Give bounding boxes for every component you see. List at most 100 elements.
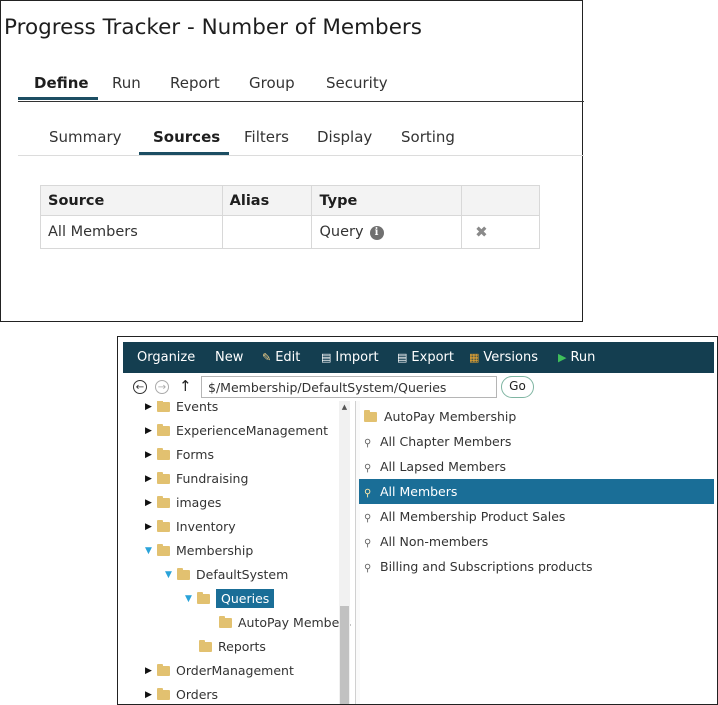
run-button[interactable]: ▶ Run (558, 342, 595, 373)
tree-item-autopay-members[interactable]: AutoPay Members (219, 613, 351, 633)
tree-item-inventory[interactable]: ▶ Inventory (145, 517, 236, 537)
browser-toolbar: Organize New ✎ Edit ▤ Import ▤ Export ▦ Vers… (123, 342, 714, 373)
table-row: All Members Query i ✖ (40, 215, 540, 249)
scroll-up-icon[interactable]: ▲ (339, 403, 350, 411)
folder-tree: ▶ Events ▶ ExperienceManagement ▶ Forms ▶ Fu… (123, 401, 355, 704)
path-input[interactable] (201, 376, 497, 398)
tab-run[interactable]: Run (112, 74, 141, 92)
expand-arrow-icon[interactable]: ▶ (145, 493, 157, 513)
expand-arrow-icon[interactable]: ▶ (145, 685, 157, 704)
list-item[interactable]: AutoPay Membership (359, 404, 714, 429)
edit-label: Edit (275, 350, 301, 365)
folder-icon (364, 410, 377, 422)
tree-item-images[interactable]: ▶ images (145, 493, 221, 513)
tree-item-queries[interactable]: ▼ Queries (185, 589, 275, 609)
folder-icon (157, 448, 170, 460)
list-item-label: All Chapter Members (380, 434, 512, 449)
folder-icon (157, 688, 170, 700)
type-value: Query (319, 224, 364, 240)
tree-item-experiencemanagement[interactable]: ▶ ExperienceManagement (145, 421, 328, 441)
tab-report[interactable]: Report (170, 74, 220, 92)
tree-item-label: Reports (218, 639, 266, 654)
column-header-actions (461, 185, 540, 216)
collapse-arrow-icon[interactable]: ▼ (185, 589, 197, 609)
tree-scrollbar[interactable]: ▲ (339, 401, 350, 704)
query-icon: ⚲ (364, 563, 372, 574)
remove-source-icon[interactable]: ✖ (475, 223, 488, 241)
source-cell: All Members (40, 215, 223, 249)
tree-item-events[interactable]: ▶ Events (145, 401, 218, 417)
document-list: AutoPay Membership ⚲ All Chapter Members … (359, 401, 714, 704)
list-item-label: All Members (380, 484, 458, 499)
tree-item-label: OrderManagement (176, 663, 294, 678)
list-item[interactable]: ⚲ Billing and Subscriptions products (359, 554, 714, 579)
edit-button[interactable]: ✎ Edit (262, 342, 300, 373)
go-button[interactable]: Go (501, 376, 534, 398)
subtab-summary[interactable]: Summary (49, 128, 122, 146)
pencil-icon: ✎ (262, 351, 272, 364)
scrollbar-thumb[interactable] (340, 606, 349, 704)
list-item-selected[interactable]: ⚲ All Members (359, 479, 714, 504)
tree-item-orders[interactable]: ▶ Orders (145, 685, 219, 704)
tree-item-membership[interactable]: ▼ Membership (145, 541, 253, 561)
folder-icon (157, 544, 170, 556)
column-header-type: Type (311, 185, 463, 216)
folder-icon (219, 616, 232, 628)
subtabs-divider (18, 155, 584, 156)
alias-cell[interactable] (221, 215, 313, 249)
list-item[interactable]: ⚲ All Lapsed Members (359, 454, 714, 479)
table-header-row: Source Alias Type (40, 185, 540, 216)
collapse-arrow-icon[interactable]: ▼ (165, 565, 177, 585)
list-item[interactable]: ⚲ All Membership Product Sales (359, 504, 714, 529)
back-icon[interactable]: ← (133, 380, 147, 394)
folder-icon (199, 640, 212, 652)
folder-icon (157, 496, 170, 508)
export-button[interactable]: ▤ Export (397, 342, 454, 373)
tree-item-label: Orders (176, 687, 219, 702)
versions-icon: ▦ (469, 351, 480, 364)
expand-arrow-icon[interactable]: ▶ (145, 445, 157, 465)
subtab-display[interactable]: Display (317, 128, 372, 146)
organize-button[interactable]: Organize (137, 342, 195, 373)
forward-icon[interactable]: → (155, 380, 169, 394)
tree-item-label: AutoPay Members (238, 615, 351, 630)
versions-button[interactable]: ▦ Versions (469, 342, 538, 373)
subtab-sources[interactable]: Sources (153, 128, 220, 146)
list-item-label: All Lapsed Members (380, 459, 507, 474)
export-icon: ▤ (397, 351, 408, 364)
tree-item-defaultsystem[interactable]: ▼ DefaultSystem (165, 565, 288, 585)
tree-item-reports[interactable]: Reports (199, 637, 266, 657)
subtab-sorting[interactable]: Sorting (401, 128, 455, 146)
tree-item-label: images (176, 495, 222, 510)
tree-item-ordermanagement[interactable]: ▶ OrderManagement (145, 661, 294, 681)
tree-item-fundraising[interactable]: ▶ Fundraising (145, 469, 248, 489)
run-label: Run (570, 350, 596, 365)
folder-icon (197, 592, 210, 604)
tab-group[interactable]: Group (249, 74, 295, 92)
expand-arrow-icon[interactable]: ▶ (145, 469, 157, 489)
tab-security[interactable]: Security (326, 74, 388, 92)
folder-icon (157, 664, 170, 676)
folder-icon (157, 472, 170, 484)
tab-define[interactable]: Define (34, 74, 89, 92)
tree-item-label: Membership (176, 543, 254, 558)
expand-arrow-icon[interactable]: ▶ (145, 421, 157, 441)
folder-icon (177, 568, 190, 580)
folder-icon (157, 424, 170, 436)
query-icon: ⚲ (364, 513, 372, 524)
import-button[interactable]: ▤ Import (321, 342, 379, 373)
type-cell: Query i (311, 215, 463, 249)
tree-item-forms[interactable]: ▶ Forms (145, 445, 214, 465)
up-arrow-icon[interactable]: ↑ (179, 377, 192, 395)
new-button[interactable]: New (215, 342, 243, 373)
export-label: Export (411, 350, 454, 365)
column-header-source: Source (40, 185, 223, 216)
collapse-arrow-icon[interactable]: ▼ (145, 541, 157, 561)
info-icon[interactable]: i (369, 226, 384, 240)
expand-arrow-icon[interactable]: ▶ (145, 517, 157, 537)
expand-arrow-icon[interactable]: ▶ (145, 661, 157, 681)
list-item[interactable]: ⚲ All Non-members (359, 529, 714, 554)
expand-arrow-icon[interactable]: ▶ (145, 401, 157, 417)
list-item[interactable]: ⚲ All Chapter Members (359, 429, 714, 454)
subtab-filters[interactable]: Filters (244, 128, 289, 146)
